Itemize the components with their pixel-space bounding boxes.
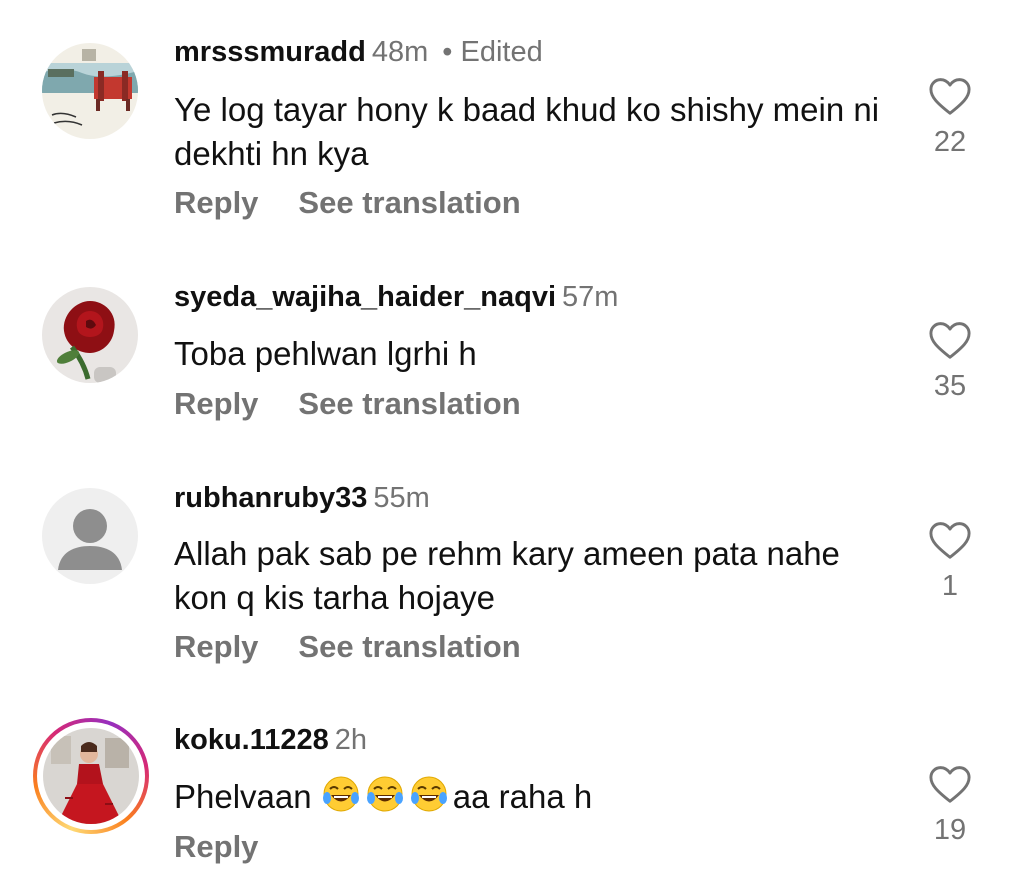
like-count: 35	[933, 370, 967, 402]
like-count: 19	[933, 814, 967, 846]
see-translation-button[interactable]: See translation	[298, 386, 520, 421]
timestamp: 57m	[562, 281, 619, 313]
reply-button[interactable]: Reply	[174, 185, 258, 220]
like-control: 35	[922, 320, 978, 404]
comment-text: Allah pak sab pe rehm kary ameen pata na…	[174, 535, 840, 616]
laughing-tears-emoji-icon	[409, 774, 449, 814]
see-translation-button[interactable]: See translation	[298, 629, 520, 664]
drawing-bench-avatar-icon	[42, 43, 138, 139]
comment-text-end: aa raha h	[452, 778, 593, 815]
like-count: 1	[941, 570, 959, 602]
heart-icon[interactable]	[928, 320, 972, 360]
story-ring-avatar[interactable]	[33, 718, 149, 834]
comment-text: Ye log tayar hony k baad khud ko shishy …	[174, 91, 880, 172]
edited-label: Edited	[460, 36, 543, 68]
comment-text: Phelvaan aa raha h	[174, 774, 894, 819]
username[interactable]: syeda_wajiha_haider_naqvi	[174, 281, 556, 313]
user-avatar	[43, 728, 139, 824]
username[interactable]: mrsssmuradd	[174, 36, 366, 68]
heart-icon[interactable]	[928, 520, 972, 560]
comment-header: mrsssmuradd 48m • Edited	[174, 34, 543, 70]
comment-text: Toba pehlwan lgrhi h	[174, 335, 477, 372]
rose-avatar-icon	[42, 287, 138, 383]
user-avatar[interactable]	[42, 488, 138, 584]
user-avatar[interactable]	[42, 43, 138, 139]
heart-icon[interactable]	[928, 764, 972, 804]
like-count: 22	[933, 126, 967, 158]
username[interactable]: rubhanruby33	[174, 482, 367, 514]
reply-button[interactable]: Reply	[174, 629, 258, 664]
username[interactable]: koku.11228	[174, 724, 329, 756]
timestamp: 2h	[334, 724, 368, 756]
like-control: 1	[922, 520, 978, 604]
comment-actions: Reply See translation	[174, 385, 521, 423]
comment-header: koku.11228 2h	[174, 722, 367, 758]
comment-header: syeda_wajiha_haider_naqvi 57m	[174, 279, 618, 315]
red-dress-avatar-icon	[43, 728, 139, 824]
separator-dot: •	[442, 36, 453, 68]
laughing-tears-emoji-icon	[365, 774, 405, 814]
like-control: 22	[922, 76, 978, 160]
timestamp: 48m	[371, 36, 429, 68]
story-ring-gap	[37, 722, 145, 830]
comment-header: rubhanruby33 55m	[174, 480, 430, 516]
user-avatar[interactable]	[42, 287, 138, 383]
reply-button[interactable]: Reply	[174, 829, 258, 864]
see-translation-button[interactable]: See translation	[298, 185, 520, 220]
comment-text-start: Phelvaan	[174, 778, 321, 815]
laughing-tears-emoji-icon	[321, 774, 361, 814]
like-control: 19	[922, 764, 978, 848]
comment-actions: Reply See translation	[174, 184, 521, 222]
heart-icon[interactable]	[928, 76, 972, 116]
comment-actions: Reply See translation	[174, 628, 521, 666]
default-user-avatar-icon	[42, 488, 138, 584]
timestamp: 55m	[373, 482, 430, 514]
reply-button[interactable]: Reply	[174, 386, 258, 421]
comment-actions: Reply	[174, 828, 258, 866]
